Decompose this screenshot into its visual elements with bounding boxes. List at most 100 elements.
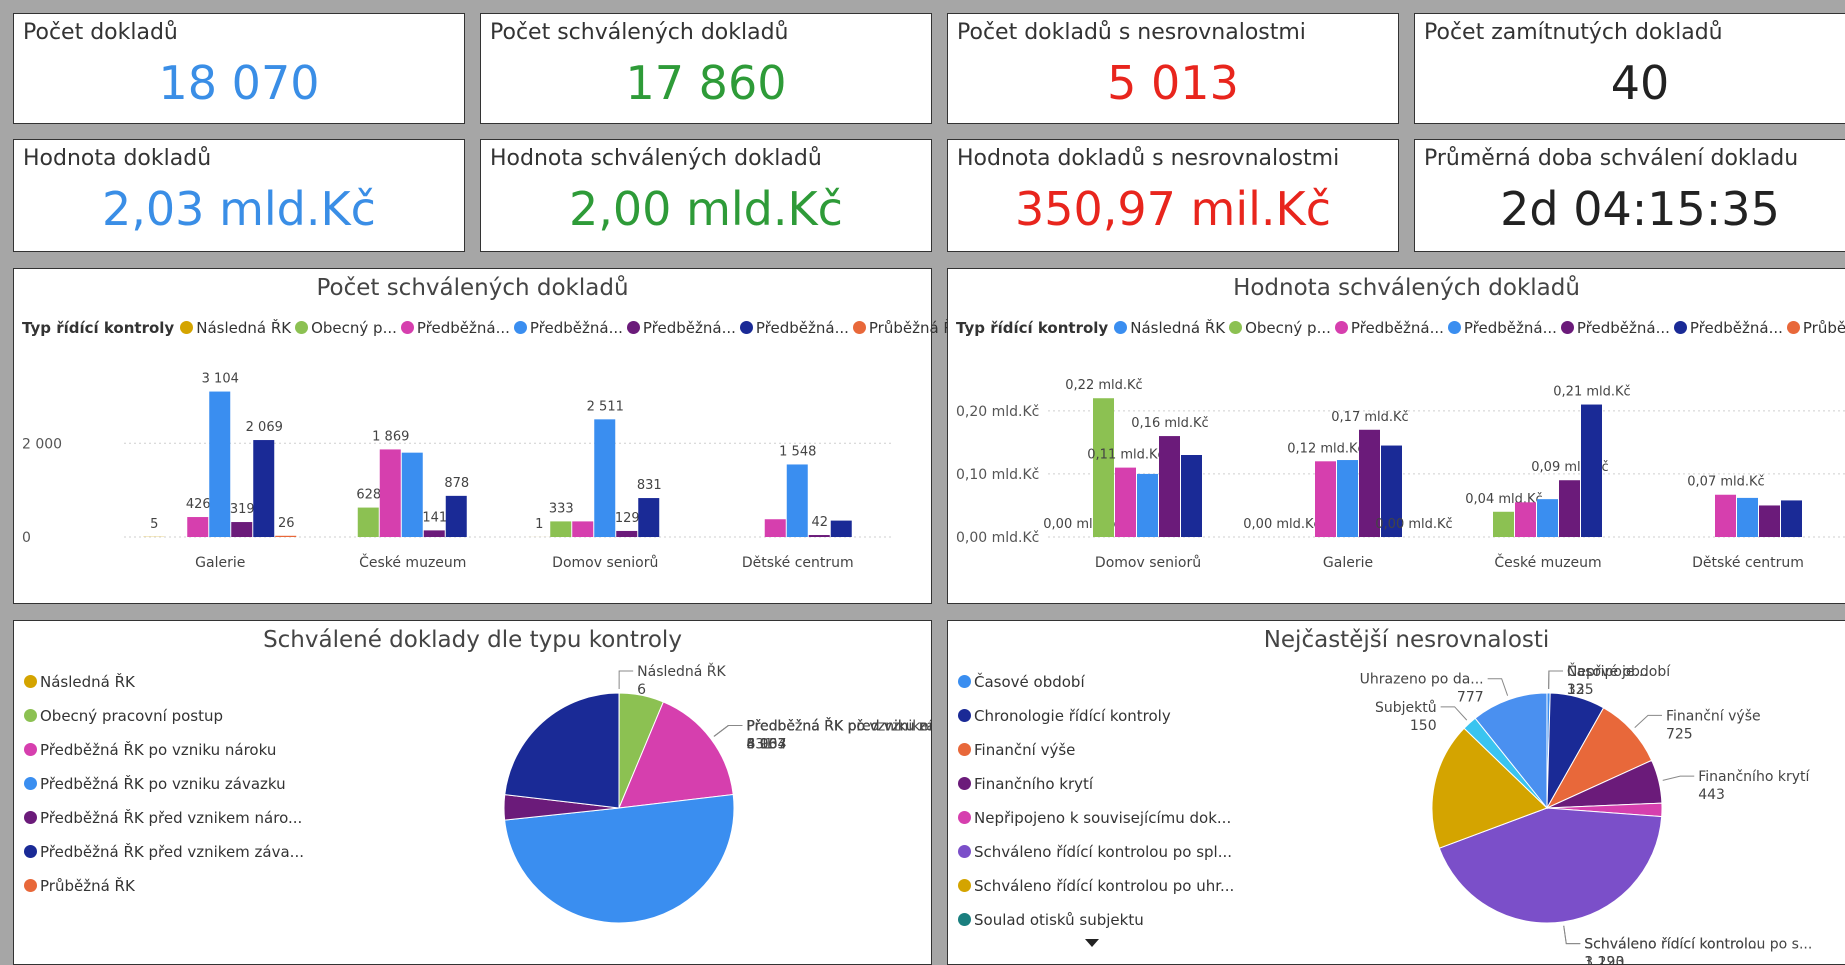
bar[interactable] — [1093, 398, 1114, 537]
bar[interactable] — [424, 530, 445, 537]
pie-chart-discrepancies-panel[interactable]: Nejčastější nesrovnalosti Časové obdobíC… — [947, 620, 1845, 965]
kpi-card-approved-value[interactable]: Hodnota schválených dokladů 2,00 mld.Kč — [480, 139, 932, 252]
kpi-value: 17 860 — [481, 56, 931, 110]
bar-chart-approved-value[interactable]: 0,00 mld.Kč0,10 mld.Kč0,20 mld.Kč0,00 ml… — [948, 353, 1845, 603]
legend-item[interactable]: Následná ŘK — [1114, 319, 1225, 337]
legend-dot-icon — [1229, 321, 1242, 334]
data-label: 1 548 — [779, 444, 816, 459]
kpi-card-approved-count[interactable]: Počet schválených dokladů 17 860 — [480, 13, 932, 124]
kpi-card-discrepancy-value[interactable]: Hodnota dokladů s nesrovnalostmi 350,97 … — [947, 139, 1399, 252]
kpi-card-discrepancy-count[interactable]: Počet dokladů s nesrovnalostmi 5 013 — [947, 13, 1399, 124]
bar[interactable] — [1759, 505, 1780, 537]
chart-legend[interactable]: Typ řídící kontroly Následná ŘK Obecný p..… — [22, 319, 968, 337]
kpi-label: Hodnota dokladů s nesrovnalostmi — [957, 146, 1339, 171]
legend-item[interactable]: Předběžná... — [401, 319, 510, 337]
callout-value: 443 — [1698, 787, 1725, 803]
callout-name: Finanční výše — [1666, 708, 1761, 724]
bar[interactable] — [380, 449, 401, 537]
bar[interactable] — [572, 521, 593, 537]
pie-chart-discrepancies[interactable]: Časové období32Finanční výše725Finančníh… — [948, 621, 1845, 964]
chart-title: Hodnota schválených dokladů — [948, 275, 1845, 301]
legend-item[interactable]: Předběžná... — [514, 319, 623, 337]
bar[interactable] — [1537, 499, 1558, 537]
kpi-label: Hodnota dokladů — [23, 146, 211, 171]
kpi-card-value[interactable]: Hodnota dokladů 2,03 mld.Kč — [13, 139, 465, 252]
x-tick-label: Dětské centrum — [1692, 555, 1804, 571]
pie-slice[interactable] — [505, 693, 619, 808]
bar[interactable] — [787, 464, 808, 537]
legend-dot-icon — [180, 321, 193, 334]
legend-item[interactable]: Předběžná... — [1561, 319, 1670, 337]
bar[interactable] — [1137, 474, 1158, 537]
bar[interactable] — [1581, 405, 1602, 537]
bar[interactable] — [1337, 460, 1358, 537]
bar[interactable] — [1493, 512, 1514, 537]
legend-item[interactable]: Obecný p... — [295, 319, 397, 337]
callout-line — [1549, 671, 1563, 689]
legend-dot-icon — [1114, 321, 1127, 334]
legend-label: Průběžná Ř — [1803, 319, 1845, 337]
data-label: 333 — [549, 501, 574, 516]
kpi-card-avg-approval-time[interactable]: Průměrná doba schválení dokladu 2d 04:15… — [1414, 139, 1845, 252]
bar[interactable] — [231, 522, 252, 537]
data-label: 831 — [637, 478, 662, 493]
data-label: 0,16 mld.Kč — [1131, 416, 1208, 431]
callout-value: 135 — [1567, 682, 1594, 698]
legend-item[interactable]: Následná ŘK — [180, 319, 291, 337]
bar[interactable] — [1781, 500, 1802, 537]
bar[interactable] — [831, 521, 852, 537]
legend-item[interactable]: Předběžná... — [740, 319, 849, 337]
data-label: 141 — [422, 510, 447, 525]
legend-label: Předběžná... — [1464, 319, 1557, 337]
kpi-value: 2,03 mld.Kč — [14, 182, 464, 236]
bar[interactable] — [1715, 495, 1736, 537]
bar[interactable] — [187, 517, 208, 537]
legend-dot-icon — [1674, 321, 1687, 334]
legend-label: Následná ŘK — [1130, 319, 1225, 337]
bar[interactable] — [446, 496, 467, 537]
x-tick-label: České muzeum — [1494, 553, 1601, 571]
legend-item[interactable]: Průběžná Ř — [1787, 319, 1845, 337]
legend-item[interactable]: Předběžná... — [627, 319, 736, 337]
legend-dot-icon — [1335, 321, 1348, 334]
kpi-card-count[interactable]: Počet dokladů 18 070 — [13, 13, 465, 124]
bar[interactable] — [1515, 502, 1536, 537]
bar-chart-approved-count[interactable]: 02 00054263 1043192 06926Galerie6281 869… — [14, 353, 931, 603]
bar[interactable] — [1737, 498, 1758, 537]
legend-item[interactable]: Předběžná... — [1448, 319, 1557, 337]
bar[interactable] — [275, 536, 296, 537]
bar-chart-approved-count-panel[interactable]: Počet schválených dokladů Typ řídící kon… — [13, 268, 932, 604]
legend-title: Typ řídící kontroly — [22, 319, 174, 337]
legend-item[interactable]: Předběžná... — [1335, 319, 1444, 337]
bar[interactable] — [1315, 461, 1336, 537]
bar[interactable] — [1115, 468, 1136, 537]
callout-line — [1441, 707, 1467, 720]
data-label: 0,12 mld.Kč — [1287, 441, 1364, 456]
bar-chart-approved-value-panel[interactable]: Hodnota schválených dokladů Typ řídící k… — [947, 268, 1845, 604]
bar[interactable] — [550, 521, 571, 537]
bar[interactable] — [358, 508, 379, 537]
legend-item[interactable]: Předběžná... — [1674, 319, 1783, 337]
callout-value: 1 293 — [1584, 955, 1624, 964]
bar[interactable] — [594, 419, 615, 537]
legend-dot-icon — [1787, 321, 1800, 334]
bar[interactable] — [765, 519, 786, 537]
bar[interactable] — [402, 453, 423, 537]
bar[interactable] — [1159, 436, 1180, 537]
legend-label: Předběžná... — [1351, 319, 1444, 337]
legend-item[interactable]: Obecný p... — [1229, 319, 1331, 337]
legend-label: Obecný p... — [311, 319, 397, 337]
data-label: 5 — [150, 517, 158, 532]
pie-chart-approved-by-type-panel[interactable]: Schválené doklady dle typu kontroly Násl… — [13, 620, 932, 965]
bar[interactable] — [1559, 480, 1580, 537]
kpi-card-rejected-count[interactable]: Počet zamítnutých dokladů 40 — [1414, 13, 1845, 124]
bar[interactable] — [809, 535, 830, 537]
bar[interactable] — [253, 440, 274, 537]
bar[interactable] — [616, 531, 637, 537]
bar[interactable] — [638, 498, 659, 537]
legend-title: Typ řídící kontroly — [956, 319, 1108, 337]
bar[interactable] — [1181, 455, 1202, 537]
bar[interactable] — [209, 392, 230, 537]
pie-chart-approved-by-type[interactable]: Následná ŘK6Předběžná ŘK po vzniku n...3… — [14, 621, 931, 964]
chart-legend[interactable]: Typ řídící kontroly Následná ŘKObecný p..… — [956, 319, 1845, 337]
